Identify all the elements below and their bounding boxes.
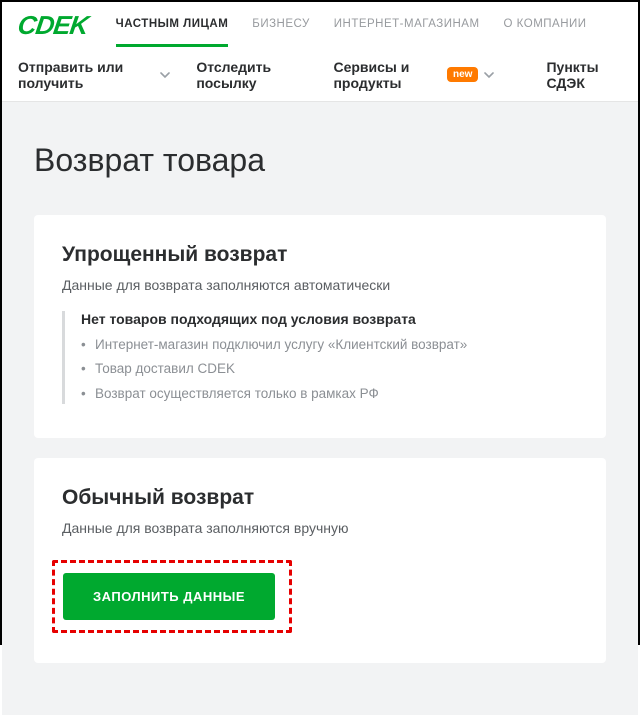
subnav-points[interactable]: Пункты СДЭК <box>546 59 622 91</box>
note-list-item: Товар доставил CDEK <box>81 359 578 379</box>
note-block: Нет товаров подходящих под условия возвр… <box>62 311 578 404</box>
card-simplified-subtitle: Данные для возврата заполняются автомати… <box>62 277 578 293</box>
card-simplified-title: Упрощенный возврат <box>62 243 578 267</box>
note-list-item: Возврат осуществляется только в рамках Р… <box>81 384 578 404</box>
top-nav-eshops[interactable]: ИНТЕРНЕТ-МАГАЗИНАМ <box>334 4 480 47</box>
subnav-send-receive-label: Отправить или получить <box>18 59 154 91</box>
subnav: Отправить или получить Отследить посылку… <box>2 48 638 102</box>
subnav-services-label: Сервисы и продукты <box>333 59 441 91</box>
logo[interactable]: CDEK <box>16 10 90 41</box>
subnav-services[interactable]: Сервисы и продукты new <box>333 59 494 91</box>
note-list-item: Интернет-магазин подключил услугу «Клиен… <box>81 335 578 355</box>
top-nav-about[interactable]: О КОМПАНИИ <box>504 4 587 47</box>
page-body: Возврат товара Упрощенный возврат Данные… <box>2 102 638 715</box>
subnav-send-receive[interactable]: Отправить или получить <box>18 59 170 91</box>
card-regular-subtitle: Данные для возврата заполняются вручную <box>62 520 578 536</box>
subnav-points-label: Пункты СДЭК <box>546 59 622 91</box>
badge-new: new <box>447 67 478 82</box>
card-simplified-return: Упрощенный возврат Данные для возврата з… <box>34 215 606 438</box>
top-nav-private[interactable]: ЧАСТНЫМ ЛИЦАМ <box>116 4 229 47</box>
note-list: Интернет-магазин подключил услугу «Клиен… <box>81 335 578 404</box>
top-nav-business[interactable]: БИЗНЕСУ <box>252 4 309 47</box>
card-regular-title: Обычный возврат <box>62 486 578 510</box>
topbar: CDEK ЧАСТНЫМ ЛИЦАМ БИЗНЕСУ ИНТЕРНЕТ-МАГА… <box>2 2 638 48</box>
subnav-track-label: Отследить посылку <box>196 59 307 91</box>
highlight-annotation: ЗАПОЛНИТЬ ДАННЫЕ <box>52 560 292 633</box>
chevron-down-icon <box>484 70 494 80</box>
top-nav: ЧАСТНЫМ ЛИЦАМ БИЗНЕСУ ИНТЕРНЕТ-МАГАЗИНАМ… <box>116 4 587 47</box>
subnav-track[interactable]: Отследить посылку <box>196 59 307 91</box>
chevron-down-icon <box>160 70 170 80</box>
page-title: Возврат товара <box>34 142 606 179</box>
card-regular-return: Обычный возврат Данные для возврата запо… <box>34 458 606 663</box>
note-heading: Нет товаров подходящих под условия возвр… <box>81 311 578 327</box>
fill-data-button[interactable]: ЗАПОЛНИТЬ ДАННЫЕ <box>63 573 275 620</box>
